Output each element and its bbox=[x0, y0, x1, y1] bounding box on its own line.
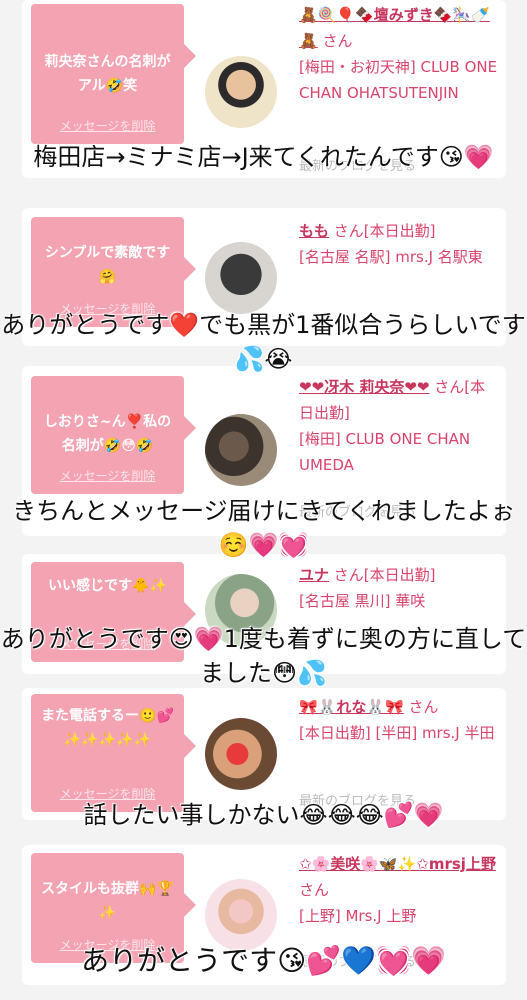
message-bubble: しおりさ~ん❣️私の名刺が🤣😳🤣 メッセージを削除 bbox=[31, 376, 196, 494]
avatar[interactable] bbox=[205, 414, 277, 486]
user-name-link[interactable]: もも bbox=[299, 222, 329, 240]
overlay-caption: ありがとうです😘💕💙💓💗 bbox=[81, 944, 446, 977]
overlay-caption: ありがとうです❤️でも黒が1番似合うらしいです💦😭 bbox=[1, 311, 526, 373]
avatar[interactable] bbox=[205, 56, 277, 128]
shop-link[interactable]: [梅田] CLUB ONE CHAN UMEDA bbox=[299, 430, 470, 474]
user-info: 🧸🍭🎈🍫壇みずき🍫🎠🍼🧸 さん [梅田・お初天神] CLUB ONE CHAN … bbox=[299, 2, 499, 106]
user-info: 🎀🐰れな🐰🎀 さん [本日出勤] [半田] mrs.J 半田 bbox=[299, 694, 499, 746]
user-info: ✩🌸美咲🌸🦋✨✩mrsj上野 さん [上野] Mrs.J 上野 bbox=[299, 851, 499, 929]
shop-link[interactable]: [本日出勤] [半田] mrs.J 半田 bbox=[299, 724, 495, 742]
message-bubble: また電話するー🙂💕✨✨✨✨✨ メッセージを削除 bbox=[31, 694, 196, 812]
honorific: さん bbox=[322, 32, 353, 50]
honorific: さん[本日出勤] bbox=[333, 566, 436, 584]
message-text: しおりさ~ん❣️私の名刺が🤣😳🤣 bbox=[43, 414, 172, 454]
user-info: ユナ さん[本日出勤] [名古屋 黒川] 華咲 bbox=[299, 562, 499, 614]
message-text: 莉央奈さんの名刺がアル🤣笑 bbox=[44, 54, 171, 94]
user-info: もも さん[本日出勤] [名古屋 名駅] mrs.J 名駅東 bbox=[299, 218, 499, 270]
message-text: シンプルで素敵です🤗 bbox=[44, 245, 171, 285]
honorific: さん bbox=[408, 698, 439, 716]
overlay-caption: ありがとうです😍💗1度も着ずに奥の方に直してました😳💦 bbox=[0, 625, 527, 687]
shop-link[interactable]: [上野] Mrs.J 上野 bbox=[299, 907, 416, 925]
overlay-caption: 話したい事しかない😂😂😂💕💗 bbox=[83, 801, 444, 829]
shop-link[interactable]: [名古屋 名駅] mrs.J 名駅東 bbox=[299, 248, 483, 266]
user-info: ❤❤冴木 莉央奈❤❤ さん[本日出勤] [梅田] CLUB ONE CHAN U… bbox=[299, 374, 499, 478]
message-bubble: 莉央奈さんの名刺がアル🤣笑 メッセージを削除 bbox=[31, 4, 196, 144]
message-text: また電話するー🙂💕✨✨✨✨✨ bbox=[41, 708, 174, 748]
avatar[interactable] bbox=[205, 879, 277, 951]
delete-message-link[interactable]: メッセージを削除 bbox=[31, 117, 184, 134]
overlay-caption: 梅田店→ミナミ店→J来てくれたんです😘💗 bbox=[33, 143, 494, 171]
delete-message-link[interactable]: メッセージを削除 bbox=[31, 467, 184, 484]
avatar[interactable] bbox=[205, 718, 277, 790]
user-name-link[interactable]: ❤❤冴木 莉央奈❤❤ bbox=[299, 378, 430, 396]
user-name-link[interactable]: 🎀🐰れな🐰🎀 bbox=[299, 698, 404, 716]
honorific: さん bbox=[299, 881, 330, 899]
honorific: さん[本日出勤] bbox=[333, 222, 436, 240]
user-name-link[interactable]: ユナ bbox=[299, 566, 329, 584]
user-name-link[interactable]: ✩🌸美咲🌸🦋✨✩mrsj上野 bbox=[299, 855, 496, 873]
shop-link[interactable]: [名古屋 黒川] 華咲 bbox=[299, 592, 425, 610]
shop-link[interactable]: [梅田・お初天神] CLUB ONE CHAN OHATSUTENJIN bbox=[299, 58, 497, 102]
message-text: スタイルも抜群🙌🏆✨ bbox=[41, 881, 174, 921]
avatar[interactable] bbox=[205, 242, 277, 314]
message-text: いい感じです🐥✨ bbox=[48, 578, 167, 594]
overlay-caption: きちんとメッセージ届けにきてくれましたよぉ☺️💗💓 bbox=[12, 497, 515, 559]
